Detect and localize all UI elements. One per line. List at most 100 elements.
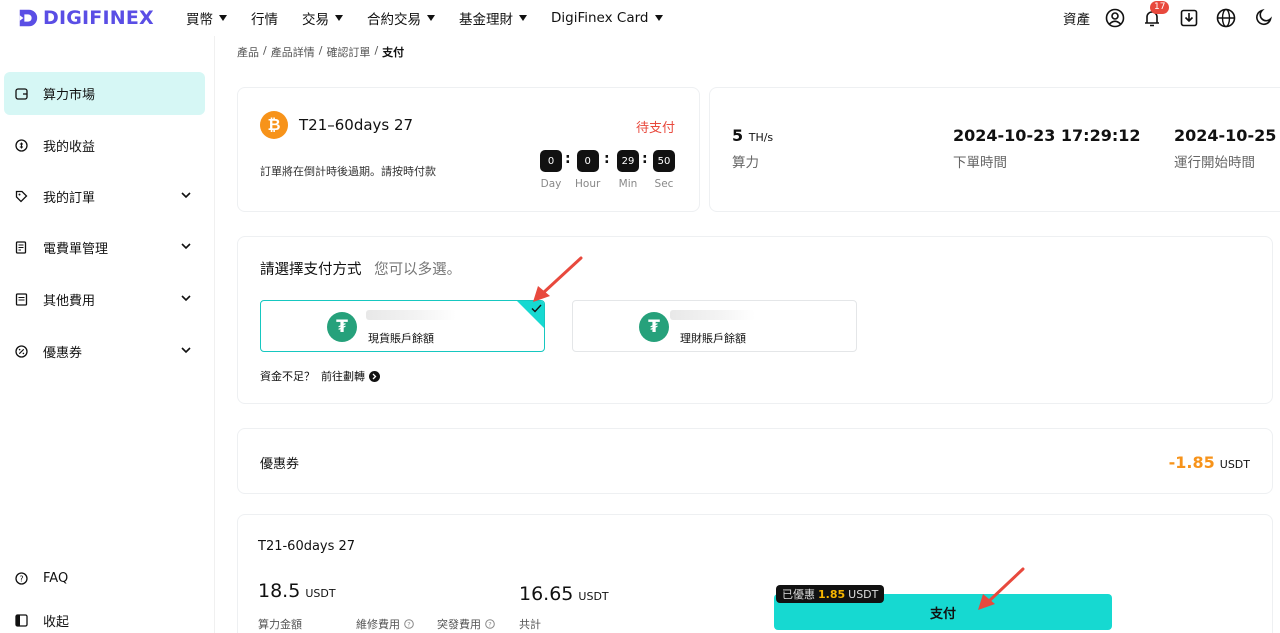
nav-buy-crypto[interactable]: 買幣 (186, 0, 227, 36)
sidebar-item-electricity-bills[interactable]: 電費單管理 (4, 226, 205, 269)
checkout-amount-unit: USDT (305, 587, 336, 600)
chevron-down-icon (219, 15, 227, 21)
main-menu: 買幣 行情 交易 合約交易 基金理財 DigiFinex Card (186, 0, 687, 36)
chevron-down-icon (519, 15, 527, 21)
sidebar-item-label: 電費單管理 (43, 242, 109, 257)
sidebar-item-label: 優惠券 (43, 346, 83, 361)
dark-mode-moon-icon[interactable] (1252, 7, 1274, 29)
breadcrumb-separator: / (374, 44, 379, 57)
nav-futures[interactable]: 合約交易 (367, 0, 435, 36)
nav-earn[interactable]: 基金理財 (459, 0, 527, 36)
question-circle-icon[interactable]: ? (485, 619, 495, 629)
globe-icon[interactable] (1215, 7, 1237, 29)
countdown-colon: : (604, 151, 610, 167)
sidebar-item-my-orders[interactable]: 我的訂單 (4, 175, 205, 218)
nav-card[interactable]: DigiFinex Card (551, 0, 663, 36)
bitcoin-icon: ₿ (260, 111, 288, 139)
nav-label: 基金理財 (459, 12, 513, 28)
sidebar-item-label: 我的收益 (43, 140, 96, 155)
breadcrumb-current: 支付 (382, 46, 405, 59)
nav-label: DigiFinex Card (551, 10, 649, 26)
breadcrumb-item[interactable]: 產品詳情 (271, 44, 315, 60)
wallet-icon (14, 87, 28, 101)
transfer-link[interactable]: 前往劃轉 (321, 368, 365, 384)
countdown-sec: 50 Sec (653, 150, 675, 190)
nav-assets-link[interactable]: 資產 (1063, 8, 1090, 28)
nav-label: 合約交易 (367, 12, 421, 28)
nav-label: 買幣 (186, 12, 213, 28)
breadcrumb-item[interactable]: 產品 (237, 44, 259, 60)
breadcrumb-separator: / (263, 44, 267, 57)
bell-icon[interactable]: 17 (1141, 1, 1170, 29)
chevron-down-icon (427, 15, 435, 21)
question-circle-icon[interactable]: ? (404, 619, 414, 629)
countdown-colon: : (642, 151, 648, 167)
countdown-min-label: Min (618, 178, 638, 190)
sidebar-item-my-earnings[interactable]: 我的收益 (4, 124, 205, 167)
tag-icon (14, 190, 28, 204)
notification-badge: 17 (1150, 1, 1170, 14)
payment-title-row: 請選擇支付方式 您可以多選。 (260, 258, 461, 279)
nav-markets[interactable]: 行情 (251, 0, 278, 36)
order-summary-card: 5 TH/s 算力 2024-10-23 17:29:12 下單時間 2024-… (709, 87, 1280, 212)
checkout-product-name: T21-60days 27 (258, 539, 356, 554)
start-time-block: 2024-10-25 運行開始時間 (1174, 126, 1276, 171)
question-circle-icon: ? (14, 572, 28, 586)
countdown-day-value: 0 (540, 150, 562, 172)
order-time-block: 2024-10-23 17:29:12 下單時間 (953, 126, 1141, 171)
sidebar-faq[interactable]: ? FAQ (4, 557, 205, 600)
payment-option-label: 理財賬戶餘額 (680, 332, 746, 345)
hidden-balance (366, 310, 456, 320)
sidebar-faq-label: FAQ (43, 571, 69, 586)
sidebar-collapse[interactable]: 收起 (4, 599, 205, 633)
discount-value: 1.85 (818, 587, 846, 601)
chevron-down-icon (181, 192, 191, 199)
chevron-down-icon (181, 243, 191, 250)
countdown-sec-label: Sec (654, 178, 674, 190)
countdown-hour: 0 Hour (575, 150, 600, 190)
nav-trade[interactable]: 交易 (302, 0, 343, 36)
coupon-icon (14, 345, 28, 359)
brand-logo[interactable]: DIGIFINEX (17, 6, 154, 30)
countdown-day-label: Day (540, 178, 562, 190)
countdown-colon: : (565, 151, 571, 167)
coin-icon (14, 139, 28, 153)
chevron-down-icon (654, 15, 663, 21)
bill-icon (14, 241, 28, 255)
countdown-day: 0 Day (540, 150, 562, 190)
discount-prefix: 已優惠 (782, 588, 815, 601)
coupon-card[interactable]: 優惠券 -1.85 USDT (237, 428, 1273, 494)
payment-option-spot[interactable]: ₮ 現貨賬戶餘額 (260, 300, 545, 352)
coupon-amount-row: -1.85 USDT (1169, 453, 1250, 472)
hashrate-value: 5 (732, 126, 744, 145)
discount-unit: USDT (848, 587, 879, 601)
download-icon[interactable] (1178, 7, 1200, 29)
svg-text:?: ? (488, 621, 491, 629)
sidebar-item-other-fees[interactable]: 其他費用 (4, 278, 205, 321)
label-hashrate-amount: 算力金額 (258, 618, 302, 631)
top-navigation: DIGIFINEX 買幣 行情 交易 合約交易 基金理財 DigiFinex C… (0, 0, 1280, 36)
order-time-value: 2024-10-23 17:29:12 (953, 126, 1141, 145)
sidebar-collapse-label: 收起 (43, 615, 70, 630)
check-icon (531, 304, 542, 313)
sidebar-item-hashrate-market[interactable]: 算力市場 (4, 72, 205, 115)
digifinex-logo-icon (19, 9, 38, 27)
arrow-right-circle-icon[interactable] (369, 370, 380, 382)
document-icon (14, 293, 28, 307)
svg-text:?: ? (407, 621, 410, 629)
hidden-balance (670, 310, 755, 320)
breadcrumb-item[interactable]: 確認訂單 (326, 44, 370, 60)
nav-label: 交易 (302, 12, 329, 28)
payment-option-earn[interactable]: ₮ 理財賬戶餘額 (572, 300, 857, 352)
payment-title: 請選擇支付方式 (260, 262, 362, 278)
user-icon[interactable] (1104, 7, 1126, 29)
maintenance-fee-row: 維修費用 ? (356, 616, 414, 632)
sidebar-item-coupons[interactable]: 優惠券 (4, 330, 205, 373)
pay-button-label: 支付 (929, 606, 956, 622)
chevron-down-icon (181, 295, 191, 302)
discount-pill: 已優惠 1.85 USDT (776, 585, 885, 603)
breadcrumb: 產品 / 產品詳情 / 確認訂單 / 支付 (237, 44, 408, 60)
breadcrumb-separator: / (318, 44, 323, 57)
sidebar-item-label: 其他費用 (43, 294, 96, 309)
countdown-min: 29 Min (617, 150, 639, 190)
